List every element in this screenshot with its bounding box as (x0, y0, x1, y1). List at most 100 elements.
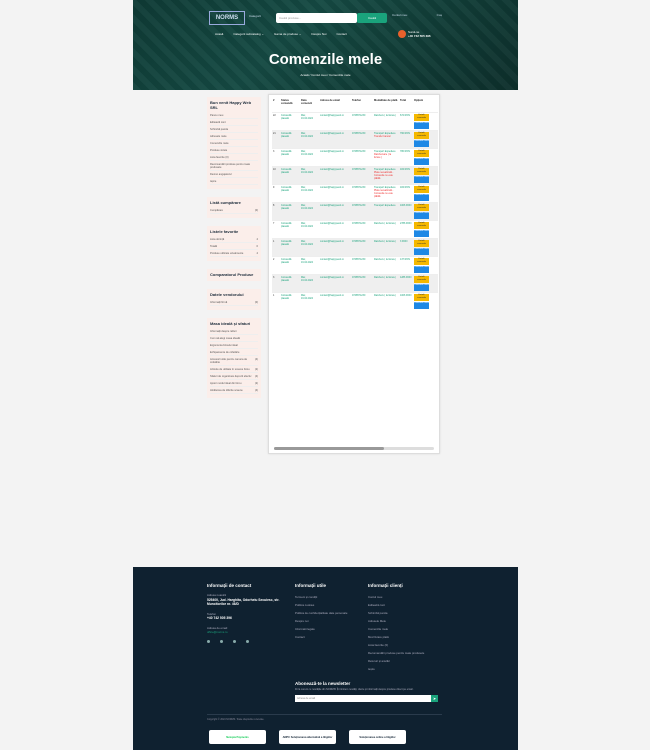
table-row: 9 Comandă plasată Mar, 16.04.2024 contact@h… (272, 183, 438, 202)
footer-link[interactable]: Recomandări produse pentru toate produse… (368, 649, 442, 657)
details-button[interactable]: Detalii comanda (414, 275, 429, 283)
sidebar-item[interactable]: Schimbă parola (210, 126, 258, 133)
reorder-button[interactable]: Comanda nouă (414, 193, 429, 201)
nav-item[interactable]: Categorii subcatalog ⌄ (233, 32, 264, 36)
footer-phone[interactable]: +40 742 505 396 (207, 616, 285, 621)
horizontal-scrollbar[interactable] (274, 447, 434, 450)
footer-link[interactable]: Adresele Mele (368, 617, 442, 625)
sidebar-account-box: Bun venit Happy Web SRL Panou meu Editeaz… (207, 97, 261, 189)
sidebar-item[interactable]: Informații firmă (0) (210, 299, 258, 306)
sidebar-item[interactable]: Informații despre rafturi (210, 328, 258, 335)
categories-button[interactable]: Categorii (249, 14, 261, 18)
sidebar-item[interactable]: Panou meu (210, 112, 258, 119)
sidebar-item[interactable]: Ieșire (210, 178, 258, 185)
footer-link[interactable]: Termeni și condiții (295, 593, 359, 601)
sidebar-item[interactable]: Editează cont (210, 119, 258, 126)
sidebar-item[interactable]: Totală 0 (210, 243, 258, 250)
footer-link[interactable]: Retururi și anulări (368, 657, 442, 665)
anpc-badge[interactable]: ANPC Soluționarea alternativă a litigiil… (279, 730, 336, 744)
column-header: Total (400, 99, 407, 102)
footer-link[interactable]: Contact (295, 633, 359, 641)
footer-link[interactable]: Schimbă parola (368, 609, 442, 617)
search-input[interactable]: Caută produse... (276, 13, 357, 23)
sidebar-item[interactable]: Comenzile mele (210, 140, 258, 147)
sidebar-item[interactable]: Recomandări produse pentru toate produse… (210, 161, 258, 171)
account-link[interactable]: Contul meu (392, 13, 407, 17)
sidebar-item[interactable]: Alcătuirea de diferite scaune (4) (210, 387, 258, 394)
footer-email[interactable]: office@norms.ro (207, 630, 285, 635)
netopia-badge[interactable]: Netopia Payments (209, 730, 266, 744)
phone-number[interactable]: +40 742 505 396 (408, 34, 431, 38)
footer-client: Informații clienți Contul meu Editează co… (368, 583, 442, 673)
sidebar-compare-title[interactable]: Comparatorul Produse (210, 272, 258, 277)
nav-item[interactable]: Gama de produse ⌄ (274, 32, 301, 36)
details-button[interactable]: Detalii comanda (414, 239, 429, 247)
youtube-icon[interactable] (246, 639, 249, 643)
nav-item[interactable]: Acasă (215, 32, 223, 36)
details-button[interactable]: Detalii comanda (414, 257, 429, 265)
reorder-button[interactable]: Comanda nouă (414, 265, 429, 273)
sidebar-item[interactable]: Ajutor modul ideal din birou (2) (210, 380, 258, 387)
reorder-button[interactable]: Comanda nouă (414, 121, 429, 129)
cart-link[interactable]: Coș (437, 13, 442, 17)
sidebar-item[interactable]: Devino angajatorul (210, 171, 258, 178)
sidebar-item[interactable]: Produse utilizate uzualmente 4 (210, 250, 258, 257)
footer-link[interactable]: Informatii legale (295, 625, 359, 633)
footer-link[interactable]: Lista favorite (0) (368, 641, 442, 649)
details-button[interactable]: Detalii comanda (414, 221, 429, 229)
sidebar-item[interactable]: Sfaturi de organizare depozit efectiv (4) (210, 373, 258, 380)
sidebar-item[interactable]: Cumpărare (0) (210, 207, 258, 214)
order-total: 780 RON (399, 147, 413, 166)
reorder-button[interactable]: Comanda nouă (414, 139, 429, 147)
send-icon[interactable]: ➤ (431, 694, 438, 702)
reorder-button[interactable]: Comanda nouă (414, 283, 429, 291)
reorder-button[interactable]: Comanda nouă (414, 175, 429, 183)
facebook-icon[interactable] (207, 639, 210, 643)
site-logo[interactable]: NORMS (209, 11, 245, 25)
footer-link[interactable]: Ieșire (368, 665, 442, 673)
phone-contact[interactable]: Sună-ne +40 742 505 396 (408, 30, 431, 38)
sidebar-item[interactable]: Lista dorință 4 (210, 236, 258, 243)
details-button[interactable]: Detalii comanda (414, 113, 429, 121)
sol-badge[interactable]: Soluționarea online a litigiilor (349, 730, 406, 744)
footer-link[interactable]: Editează cont (368, 601, 442, 609)
nav-item[interactable]: Despre Noi (311, 32, 326, 36)
footer-link[interactable]: Comenzile mele (368, 625, 442, 633)
nav-item[interactable]: Contact (336, 32, 346, 36)
details-button[interactable]: Detalii comanda (414, 293, 429, 301)
reorder-button[interactable]: Comanda nouă (414, 229, 429, 237)
reorder-button[interactable]: Comanda nouă (414, 301, 429, 309)
footer-link[interactable]: Despre noi (295, 617, 359, 625)
footer-link[interactable]: Politica cookies (295, 601, 359, 609)
details-button[interactable]: Detalii comanda (414, 203, 429, 211)
footer-link[interactable]: Politica de confidențialitate date perso… (295, 609, 359, 617)
details-button[interactable]: Detalii comanda (414, 131, 429, 139)
sidebar-item[interactable]: Cum să alegi masa ideală (210, 335, 258, 342)
order-email: contact@happyweb.ro (319, 255, 351, 274)
search-button[interactable]: Caută (357, 13, 387, 23)
details-button[interactable]: Detalii comanda (414, 185, 429, 193)
reorder-button[interactable]: Comanda nouă (414, 247, 429, 255)
linkedin-icon[interactable] (233, 639, 236, 643)
address-text: 525400, Jud. Harghita, Odorheiu Secuiesc… (207, 597, 280, 607)
sidebar-item[interactable]: Echipamente de cofetărie (210, 349, 258, 356)
reorder-button[interactable]: Comanda nouă (414, 157, 429, 165)
details-button[interactable]: Detalii comanda (414, 149, 429, 157)
sidebar-item[interactable]: Ergonomia biroului ideal (210, 342, 258, 349)
sidebar-item[interactable]: Produse vizate (210, 147, 258, 154)
reorder-button[interactable]: Comanda nouă (414, 211, 429, 219)
sidebar-item[interactable]: Adresele mele (210, 133, 258, 140)
order-email: contact@happyweb.ro (319, 291, 351, 310)
breadcrumb[interactable]: Acasă / Contul meu / Comenzile mele (133, 73, 518, 77)
details-button[interactable]: Detalii comanda (414, 167, 429, 175)
newsletter-email-input[interactable]: Adresa de email (295, 694, 431, 702)
footer-link[interactable]: Mod livrare plată (368, 633, 442, 641)
sidebar-item[interactable]: Articole de utilitate în scaune birou (2) (210, 366, 258, 373)
order-phone: 0748571230 (351, 201, 373, 220)
scrollbar-thumb[interactable] (274, 447, 384, 450)
sidebar-item-label: Ajutor modul ideal din birou (210, 381, 242, 385)
footer-link[interactable]: Contul meu (368, 593, 442, 601)
sidebar-item[interactable]: Lista favorite (0) (210, 154, 258, 161)
instagram-icon[interactable] (220, 639, 223, 643)
sidebar-item[interactable]: Accesorii utile pentru camera de cofetăr… (210, 356, 258, 366)
